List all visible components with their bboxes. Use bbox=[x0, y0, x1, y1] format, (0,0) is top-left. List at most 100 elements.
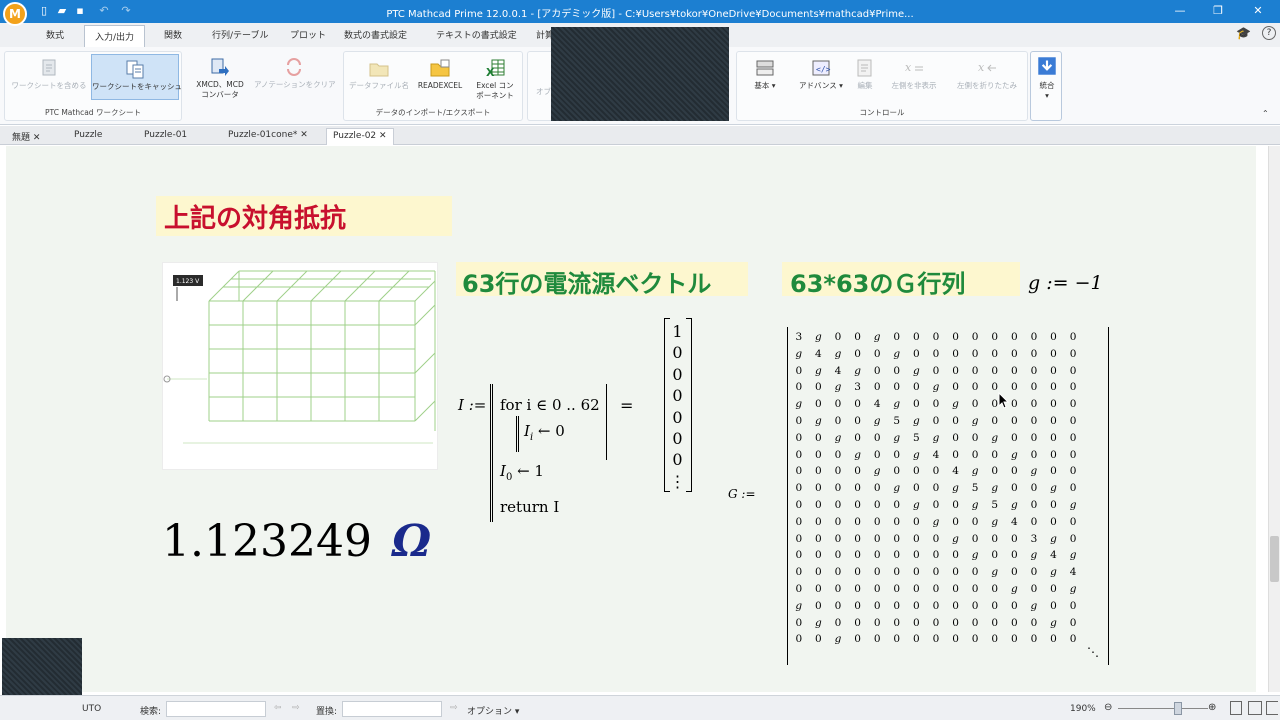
scroll-thumb[interactable] bbox=[1270, 536, 1279, 582]
matrix-cell: 0 bbox=[913, 566, 920, 579]
matrix-cell: g bbox=[1010, 582, 1018, 595]
other-button[interactable]: オブ bbox=[536, 87, 551, 97]
collapse-left-button[interactable]: x 左側を折りたたみ bbox=[949, 58, 1025, 91]
group-controls: 基本 ▾ </> アドバンス ▾ 編集 x 左側を非表示 x 左側を折りたたみ … bbox=[736, 51, 1028, 121]
tab-input-output[interactable]: 入力/出力 bbox=[84, 25, 146, 48]
restore-icon[interactable]: ❐ bbox=[1208, 3, 1228, 19]
doc-tab-puzzle-01cone[interactable]: Puzzle-01cone* ✕ bbox=[222, 128, 314, 145]
vertical-scrollbar[interactable] bbox=[1268, 146, 1280, 692]
matrix-cell: 0 bbox=[815, 381, 822, 394]
options-dropdown[interactable]: オプション ▾ bbox=[467, 704, 519, 717]
replace-icon[interactable]: ⇨ bbox=[450, 703, 458, 713]
matrix-cell: 0 bbox=[854, 414, 861, 427]
matrix-cell: 4 bbox=[1069, 566, 1077, 579]
matrix-cell: g bbox=[991, 515, 999, 528]
hide-left-button[interactable]: x 左側を非表示 bbox=[883, 58, 945, 91]
group-controls-label: コントロール bbox=[859, 108, 905, 117]
advanced-controls-label: アドバンス bbox=[799, 81, 837, 90]
replace-input[interactable] bbox=[342, 701, 442, 717]
matrix-cell: 0 bbox=[1069, 633, 1077, 646]
save-icon[interactable]: ▪ bbox=[74, 4, 86, 17]
tab-text-formatting[interactable]: テキストの書式設定 bbox=[436, 28, 517, 41]
resistor-grid-image[interactable]: 1.123 V bbox=[162, 262, 438, 470]
matrix-cell: 0 bbox=[1069, 381, 1077, 394]
mathcad-logo[interactable]: M bbox=[3, 2, 27, 26]
redo-icon[interactable]: ↷ bbox=[120, 4, 132, 17]
current-vector-program[interactable]: I := for i ∈ 0 .. 62 Ii ← 0 I0 ← 1 retur… bbox=[458, 384, 638, 524]
zoom-in-icon[interactable]: ⊕ bbox=[1208, 702, 1216, 713]
group-converter: XMCD、MCD コンバータ アノテーションをクリア bbox=[184, 51, 340, 121]
matrix-cell: 0 bbox=[815, 465, 822, 478]
doc-tab-puzzle-02[interactable]: Puzzle-02 ✕ bbox=[326, 128, 394, 145]
matrix-cell: 0 bbox=[932, 331, 940, 343]
clear-annotations-button[interactable]: アノテーションをクリア bbox=[254, 57, 336, 90]
doc-tab-untitled[interactable]: 無題 ✕ bbox=[6, 128, 46, 145]
heading-diagonal-resistance[interactable]: 上記の対角抵抗 bbox=[156, 196, 452, 236]
resistance-result-value[interactable]: 1.123249 bbox=[162, 516, 372, 568]
basic-controls-button[interactable]: 基本 ▾ bbox=[743, 58, 787, 91]
program-bar-right bbox=[606, 384, 607, 460]
close-icon[interactable]: ✕ bbox=[1248, 3, 1268, 19]
matrix-cell: 0 bbox=[893, 448, 901, 461]
assign-line-0: I0 ← 1 bbox=[500, 462, 544, 483]
program-bar bbox=[490, 384, 493, 522]
heading-current-vector[interactable]: 63行の電流源ベクトル bbox=[456, 262, 748, 298]
minimize-icon[interactable]: — bbox=[1170, 3, 1190, 19]
search-next-icon[interactable]: ⇨ bbox=[292, 703, 300, 713]
zoom-out-icon[interactable]: ⊖ bbox=[1104, 702, 1112, 713]
matrix-row: g4g00g000000000 bbox=[789, 346, 1083, 363]
undo-icon[interactable]: ↶ bbox=[98, 4, 110, 17]
readexcel-button[interactable]: READEXCEL bbox=[412, 58, 468, 91]
data-file-name-button[interactable]: データファイル名 bbox=[348, 58, 410, 91]
edit-button[interactable]: 編集 bbox=[849, 58, 881, 91]
tab-math[interactable]: 数式 bbox=[46, 28, 64, 41]
matrix-cell: g bbox=[952, 398, 959, 411]
tab-plots[interactable]: プロット bbox=[290, 28, 326, 41]
tab-matrices-tables[interactable]: 行列/テーブル bbox=[212, 28, 269, 41]
advanced-controls-button[interactable]: </> アドバンス ▾ bbox=[793, 58, 849, 91]
help-icon[interactable]: ? bbox=[1262, 26, 1276, 40]
zoom-slider-thumb[interactable] bbox=[1174, 702, 1182, 715]
close-tab-icon[interactable]: ✕ bbox=[300, 130, 308, 140]
draft-view-icon[interactable] bbox=[1248, 701, 1262, 715]
excel-component-button[interactable]: X Excel コン ポーネント bbox=[470, 58, 520, 101]
doc-tab-puzzle[interactable]: Puzzle bbox=[68, 128, 108, 145]
matrix-cell: 0 bbox=[854, 431, 861, 444]
tab-functions[interactable]: 関数 bbox=[164, 28, 182, 41]
close-tab-icon[interactable]: ✕ bbox=[33, 133, 41, 143]
matrix-cell: 0 bbox=[1030, 515, 1038, 528]
ribbon-collapse-icon[interactable]: ⌃ bbox=[1262, 109, 1269, 119]
search-prev-icon[interactable]: ⇦ bbox=[274, 703, 282, 713]
heading-g-matrix[interactable]: 63*63のＧ行列 bbox=[782, 262, 1020, 298]
matrix-cell: 0 bbox=[952, 616, 959, 629]
matrix-cell: 0 bbox=[1069, 465, 1077, 478]
doc-tab-puzzle-01[interactable]: Puzzle-01 bbox=[138, 128, 193, 145]
matrix-cell: g bbox=[971, 549, 979, 562]
matrix-cell: 0 bbox=[1069, 515, 1077, 528]
matrix-cell: 4 bbox=[873, 398, 881, 411]
excel-icon: X bbox=[486, 59, 505, 78]
xmcd-converter-button[interactable]: XMCD、MCD コンバータ bbox=[190, 57, 250, 100]
page-view-icon[interactable] bbox=[1230, 701, 1242, 715]
new-file-icon[interactable]: ▯ bbox=[38, 4, 50, 17]
search-input[interactable] bbox=[166, 701, 266, 717]
open-folder-icon[interactable]: ▰ bbox=[56, 4, 68, 17]
include-worksheet-button[interactable]: ワークシートを含める bbox=[9, 58, 89, 91]
g-definition[interactable]: g := −1 bbox=[1028, 272, 1103, 294]
matrix-cell: g bbox=[932, 515, 940, 528]
g-matrix[interactable]: 3g00g0000000000g4g00g0000000000g4g00g000… bbox=[787, 327, 1109, 665]
zoom-slider[interactable] bbox=[1118, 708, 1208, 709]
matrix-cell: 0 bbox=[873, 566, 881, 579]
merge-button[interactable]: 統合 ▾ bbox=[1033, 54, 1061, 101]
tab-math-formatting[interactable]: 数式の書式設定 bbox=[344, 28, 407, 41]
vector-result[interactable]: 1 0 0 0 0 0 0 ⋮ bbox=[664, 318, 692, 492]
matrix-cell: 0 bbox=[893, 465, 901, 478]
full-screen-icon[interactable] bbox=[1266, 701, 1278, 715]
auto-calc-label[interactable]: UTO bbox=[82, 704, 101, 714]
close-tab-icon[interactable]: ✕ bbox=[379, 131, 387, 141]
svg-text:</>: </> bbox=[816, 65, 831, 74]
cache-worksheet-button[interactable]: ワークシートをキャッシュ bbox=[91, 54, 182, 100]
learning-icon[interactable]: 🎓 bbox=[1236, 26, 1251, 40]
matrix-cell: 0 bbox=[834, 616, 842, 629]
bracket-cap bbox=[665, 318, 670, 319]
